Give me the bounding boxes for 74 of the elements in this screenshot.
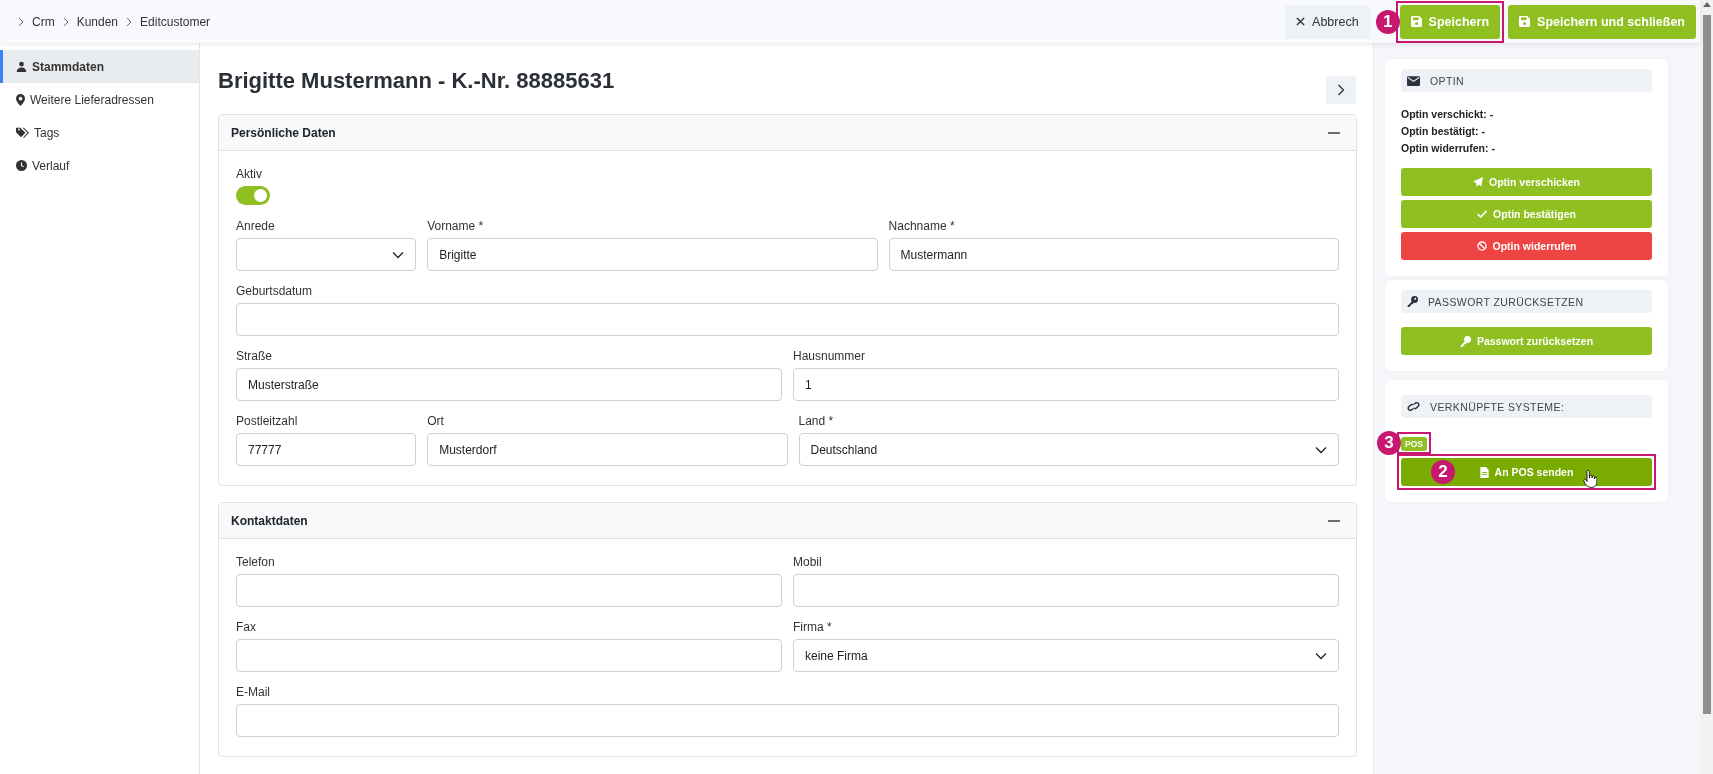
field-label: Nachname * (888, 219, 956, 233)
ban-icon (1476, 241, 1487, 251)
section-title: Persönliche Daten (231, 125, 336, 140)
breadcrumb-link[interactable]: Editcustomer (140, 14, 211, 29)
field-label: E-Mail (236, 685, 271, 699)
field-label: Straße (236, 349, 273, 363)
input-field[interactable] (236, 574, 782, 607)
select-field[interactable]: keine Firma (793, 639, 1339, 672)
action-button[interactable]: Optin widerrufen (1401, 232, 1652, 260)
field-label: Geburtsdatum (236, 284, 314, 298)
breadcrumb-link[interactable]: Kunden (76, 14, 119, 29)
sidebar-item[interactable]: Weitere Lieferadressen (0, 83, 199, 116)
input-field[interactable] (236, 704, 1339, 737)
next-button[interactable] (1326, 76, 1356, 104)
breadcrumb-link[interactable]: Crm (32, 14, 55, 29)
hand-cursor-icon (1583, 470, 1597, 488)
input-field[interactable] (793, 574, 1339, 607)
panel-title: PASSWORT ZURÜCKSETZEN (1428, 295, 1584, 308)
input-field[interactable]: Musterstraße (236, 368, 782, 401)
field-label: Firma * (793, 620, 833, 634)
cancel-button[interactable]: Abbrech (1285, 4, 1370, 39)
sidebar-item[interactable]: Verlauf (0, 149, 199, 182)
breadcrumb-chevron-icon (62, 16, 69, 27)
panel-title: OPTIN (1430, 74, 1465, 87)
field-label: Anrede (236, 219, 276, 233)
chevron-down-icon (1315, 651, 1327, 660)
chevron-right-icon (1337, 84, 1345, 96)
link-icon (1407, 401, 1420, 412)
sidebar-item[interactable]: Stammdaten (0, 50, 199, 83)
input-field[interactable]: Brigitte (427, 238, 878, 271)
input-field[interactable]: Musterdorf (427, 433, 788, 466)
scrollbar[interactable] (1700, 0, 1713, 774)
check-icon (1477, 209, 1488, 219)
system-tag: POS (1401, 437, 1427, 451)
breadcrumb-chevron-icon (18, 16, 24, 27)
field-label: Land * (798, 414, 835, 428)
user-icon (16, 61, 27, 72)
status-text: Optin widerrufen: - (1401, 142, 1496, 154)
toggle-label: Aktiv (236, 167, 263, 181)
select-field[interactable]: Deutschland (798, 433, 1339, 466)
tags-icon (16, 127, 29, 138)
sidebar-item[interactable]: Tags (0, 116, 199, 149)
chevron-down-icon (392, 250, 405, 259)
page-title: Brigitte Mustermann - K.-Nr. 88885631 (218, 68, 615, 94)
panel-title: VERKNÜPFTE SYSTEME: (1430, 400, 1565, 413)
toggle-switch[interactable] (236, 186, 270, 205)
key-icon (1407, 296, 1418, 307)
input-field[interactable]: 1 (793, 368, 1339, 401)
envelope-icon (1407, 75, 1420, 86)
chevron-down-icon (1315, 445, 1327, 454)
breadcrumb-chevron-icon (126, 16, 133, 27)
section-title: Kontaktdaten (231, 513, 308, 528)
field-label: Hausnummer (793, 349, 867, 363)
input-field[interactable]: Mustermann (888, 238, 1339, 271)
field-label: Vorname * (427, 219, 485, 233)
clock-icon (16, 160, 27, 171)
step-number: 1 (1375, 9, 1400, 34)
close-icon (1296, 17, 1306, 26)
document-icon (1479, 466, 1489, 478)
field-label: Telefon (236, 555, 276, 569)
input-field[interactable] (236, 303, 1339, 336)
field-label: Postleitzahl (236, 414, 299, 428)
input-field[interactable] (236, 639, 782, 672)
field-label: Fax (236, 620, 257, 634)
field-label: Ort (427, 414, 445, 428)
key-icon (1459, 335, 1471, 347)
field-label: Mobil (793, 555, 823, 569)
paper-plane-icon (1472, 177, 1483, 187)
select-field[interactable] (236, 238, 417, 271)
input-field[interactable]: 77777 (236, 433, 417, 466)
map-pin-icon (16, 93, 25, 106)
status-text: Optin verschickt: - (1401, 108, 1495, 120)
step-number: 3 (1377, 431, 1401, 455)
status-text: Optin bestätigt: - (1401, 125, 1486, 137)
